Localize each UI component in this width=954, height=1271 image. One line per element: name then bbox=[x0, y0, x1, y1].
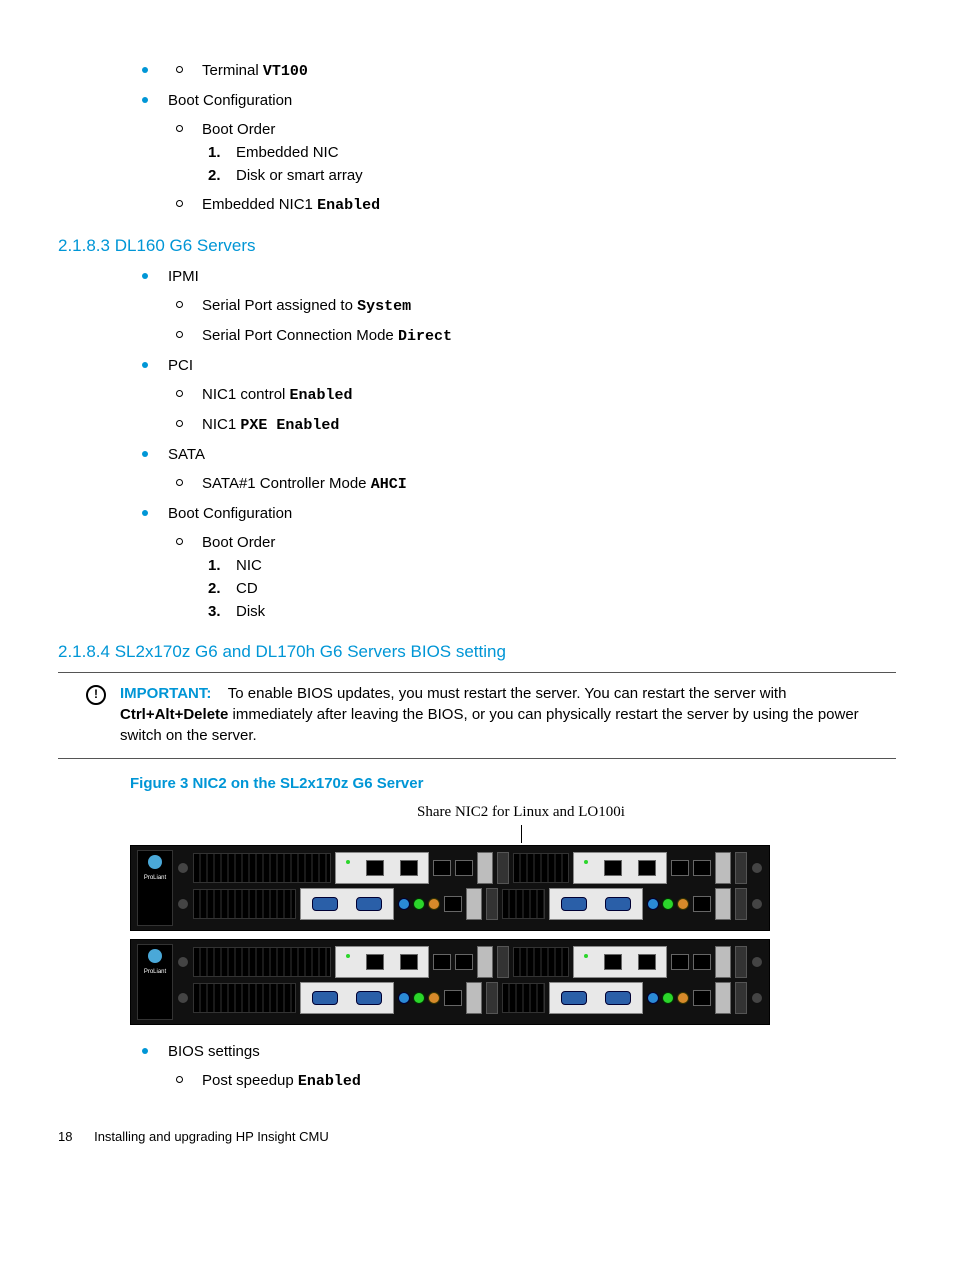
list-item: IPMI Serial Port assigned to System Seri… bbox=[134, 266, 896, 347]
text: Boot Configuration bbox=[168, 92, 292, 109]
list-item: NIC1 PXE Enabled bbox=[168, 414, 896, 436]
important-icon: ! bbox=[86, 685, 106, 705]
section-heading: 2.1.8.3 DL160 G6 Servers bbox=[58, 234, 896, 258]
list-item: Embedded NIC1 Enabled bbox=[168, 194, 896, 216]
list-item: Terminal VT100 bbox=[168, 60, 896, 82]
list-item: SATA SATA#1 Controller Mode AHCI bbox=[134, 444, 896, 495]
text: Terminal bbox=[202, 62, 263, 79]
text: Boot Configuration bbox=[168, 505, 292, 522]
section-heading: 2.1.8.4 SL2x170z G6 and DL170h G6 Server… bbox=[58, 640, 896, 664]
list-item: Boot Configuration Boot Order NIC CD Dis… bbox=[134, 503, 896, 622]
pointer-line bbox=[521, 825, 522, 843]
hp-logo: ProLiant bbox=[137, 944, 173, 1020]
list-item: NIC bbox=[202, 555, 896, 576]
figure-title: Figure 3 NIC2 on the SL2x170z G6 Server bbox=[130, 773, 896, 794]
text: SATA bbox=[168, 446, 205, 463]
text: IPMI bbox=[168, 268, 199, 285]
important-callout: ! IMPORTANT: To enable BIOS updates, you… bbox=[58, 672, 896, 759]
hp-logo: ProLiant bbox=[137, 850, 173, 926]
list-item: Disk bbox=[202, 601, 896, 622]
list-item: Post speedup Enabled bbox=[168, 1070, 896, 1092]
footer-title: Installing and upgrading HP Insight CMU bbox=[94, 1129, 329, 1144]
list-item: Boot Configuration Boot Order Embedded N… bbox=[134, 90, 896, 216]
text: PCI bbox=[168, 357, 193, 374]
figure-caption: Share NIC2 for Linux and LO100i bbox=[138, 802, 904, 823]
list-item: Serial Port Connection Mode Direct bbox=[168, 325, 896, 347]
list-item: Serial Port assigned to System bbox=[168, 295, 896, 317]
code: VT100 bbox=[263, 63, 308, 80]
server-chassis: ProLiant bbox=[130, 939, 770, 1025]
text: Embedded NIC1 bbox=[202, 196, 317, 213]
list-item: Boot Order Embedded NIC Disk or smart ar… bbox=[168, 119, 896, 186]
list-item: Disk or smart array bbox=[202, 165, 896, 186]
list-item: Embedded NIC bbox=[202, 142, 896, 163]
figure: Share NIC2 for Linux and LO100i ProLiant bbox=[130, 802, 896, 1025]
code: Enabled bbox=[317, 197, 380, 214]
text: BIOS settings bbox=[168, 1043, 260, 1060]
text: Boot Order bbox=[202, 121, 275, 138]
server-chassis: ProLiant bbox=[130, 845, 770, 931]
page-number: 18 bbox=[58, 1129, 72, 1144]
list-item: CD bbox=[202, 578, 896, 599]
important-text: IMPORTANT: To enable BIOS updates, you m… bbox=[120, 683, 892, 746]
list-item: Boot Order NIC CD Disk bbox=[168, 532, 896, 622]
page-footer: 18 Installing and upgrading HP Insight C… bbox=[58, 1128, 896, 1146]
list-item: NIC1 control Enabled bbox=[168, 384, 896, 406]
list-item: SATA#1 Controller Mode AHCI bbox=[168, 473, 896, 495]
list-item: PCI NIC1 control Enabled NIC1 PXE Enable… bbox=[134, 355, 896, 436]
list-item: BIOS settings Post speedup Enabled bbox=[134, 1041, 896, 1092]
